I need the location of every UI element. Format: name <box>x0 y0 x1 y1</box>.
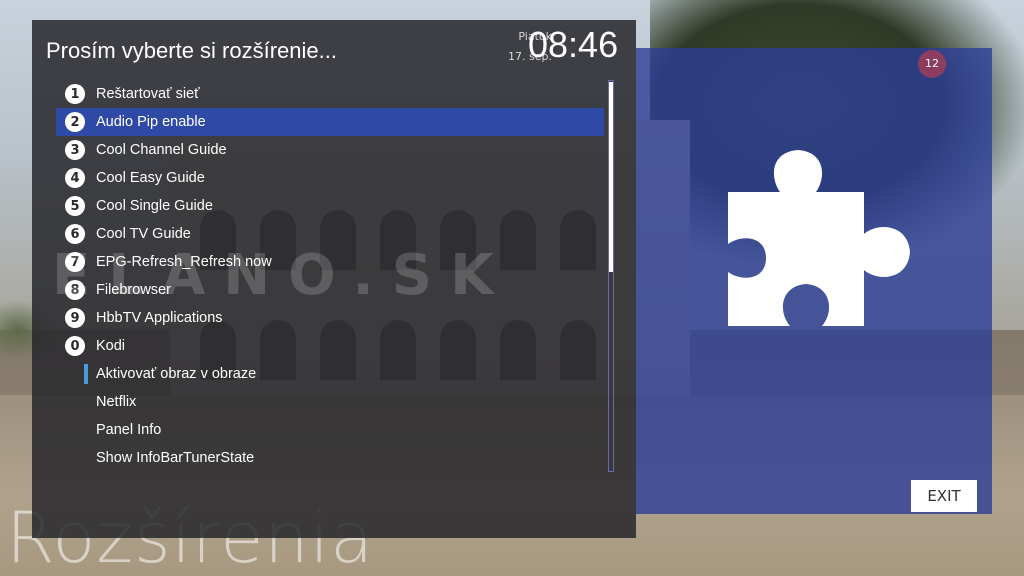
active-marker <box>84 364 88 384</box>
list-item-label: Cool Channel Guide <box>96 142 227 158</box>
list-item[interactable]: 5 Cool Single Guide <box>56 192 604 220</box>
number-badge: 6 <box>65 224 85 244</box>
number-badge: 1 <box>65 84 85 104</box>
number-badge: 5 <box>65 196 85 216</box>
watermark: ELANO.SK <box>52 243 512 308</box>
channel-badge: 12 <box>918 50 946 78</box>
dialog-title: Prosím vyberte si rozšírenie... <box>46 38 337 63</box>
list-item[interactable]: 4 Cool Easy Guide <box>56 164 604 192</box>
list-item-label: Aktivovať obraz v obraze <box>96 366 257 382</box>
number-badge: 3 <box>65 140 85 160</box>
list-item-label: Show InfoBarTunerState <box>96 450 255 466</box>
list-item-selected[interactable]: 2 Audio Pip enable <box>56 108 604 136</box>
list-item[interactable]: 1 Reštartovať sieť <box>56 80 604 108</box>
clock: 08:46 <box>528 24 619 65</box>
number-badge: 9 <box>65 308 85 328</box>
list-item-label: Kodi <box>96 338 126 354</box>
list-item[interactable]: Panel Info <box>56 416 604 444</box>
list-item[interactable]: 0 Kodi <box>56 332 604 360</box>
list-item-label: Reštartovať sieť <box>96 86 200 102</box>
list-item[interactable]: Netflix <box>56 388 604 416</box>
scrollbar-thumb[interactable] <box>609 82 613 272</box>
list-item[interactable]: Aktivovať obraz v obraze <box>56 360 604 388</box>
exit-button[interactable]: EXIT <box>911 480 977 512</box>
list-item-label: HbbTV Applications <box>96 310 223 326</box>
list-item-label: Netflix <box>96 394 137 410</box>
number-badge: 4 <box>65 168 85 188</box>
list-item-label: Cool TV Guide <box>96 226 191 242</box>
puzzle-piece-icon <box>728 150 910 326</box>
number-badge: 2 <box>65 112 85 132</box>
list-item-label: Panel Info <box>96 422 162 438</box>
list-item-label: Audio Pip enable <box>96 114 206 130</box>
list-item[interactable]: 9 HbbTV Applications <box>56 304 604 332</box>
list-item-label: Cool Easy Guide <box>96 170 205 186</box>
list-item[interactable]: Show InfoBarTunerState <box>56 444 604 472</box>
list-item-label: Cool Single Guide <box>96 198 213 214</box>
list-item[interactable]: 3 Cool Channel Guide <box>56 136 604 164</box>
number-badge: 0 <box>65 336 85 356</box>
